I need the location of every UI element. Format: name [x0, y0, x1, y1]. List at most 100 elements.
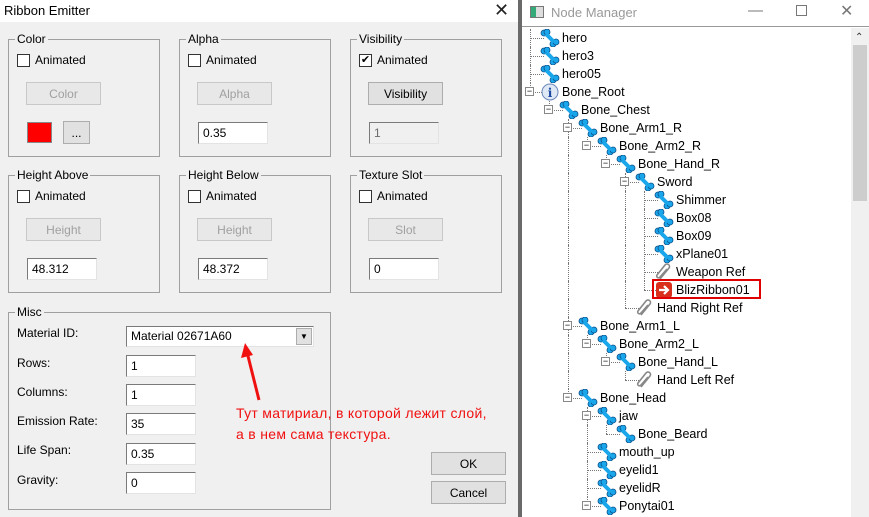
color-swatch[interactable] — [27, 122, 52, 143]
chevron-down-icon[interactable]: ▼ — [296, 328, 312, 345]
color-picker-button[interactable]: ... — [63, 121, 90, 144]
tree-line — [644, 281, 645, 290]
collapse-toggle[interactable]: − — [601, 159, 610, 168]
bone-icon — [559, 100, 579, 122]
bone-icon — [578, 316, 598, 338]
tree-node-label: Bone_Arm2_R — [619, 139, 701, 153]
bone-icon — [597, 136, 617, 158]
node-manager-title: Node Manager — [551, 5, 637, 20]
tree-node-label: Box08 — [676, 211, 712, 225]
collapse-toggle[interactable]: − — [563, 393, 572, 402]
tree-node-label: Bone_Arm1_R — [600, 121, 682, 135]
collapse-toggle[interactable]: − — [563, 321, 572, 330]
tree-line — [568, 299, 569, 317]
rows-label: Rows: — [17, 356, 51, 370]
minimize-icon[interactable]: — — [748, 2, 763, 19]
tree-node-label: Bone_Arm1_L — [600, 319, 680, 333]
node-tree[interactable]: hero hero3 hero05− i Bone_Root − Bone_Chest − Bo… — [522, 28, 851, 517]
visibility-animated-checkbox[interactable]: ✔ — [359, 54, 372, 67]
color-button: Color — [26, 82, 101, 105]
material-id-label: Material ID: — [17, 326, 79, 340]
height-above-input[interactable] — [27, 258, 97, 280]
tree-line — [625, 245, 626, 263]
rows-input[interactable] — [126, 355, 196, 377]
tree-node-label: Hand Left Ref — [657, 373, 735, 387]
collapse-toggle[interactable]: − — [544, 105, 553, 114]
alpha-input[interactable] — [198, 122, 268, 144]
tree-node-label: jaw — [619, 409, 638, 423]
color-group-label: Color — [15, 32, 48, 46]
paperclip-icon — [635, 299, 655, 320]
collapse-toggle[interactable]: − — [620, 177, 629, 186]
color-animated-checkbox[interactable] — [17, 54, 30, 67]
scroll-up-icon[interactable]: ⌃ — [855, 32, 863, 43]
tree-node-label: Box09 — [676, 229, 712, 243]
node-manager-window: Node Manager — ✕ hero hero3 hero05 − i Bone_R… — [522, 0, 869, 517]
tree-line — [568, 227, 569, 245]
collapse-toggle[interactable]: − — [601, 357, 610, 366]
tree-node-label: Bone_Head — [600, 391, 667, 405]
height-above-group: Height Above Animated Height — [8, 168, 160, 293]
bone-icon — [597, 406, 617, 428]
misc-group-label: Misc — [15, 305, 44, 319]
tree-node-label: xPlane01 — [676, 247, 729, 261]
collapse-toggle[interactable]: − — [582, 501, 591, 510]
life-span-label: Life Span: — [17, 443, 72, 457]
collapse-toggle[interactable]: − — [563, 123, 572, 132]
texture-slot-animated-checkbox[interactable] — [359, 190, 372, 203]
tree-node-label: hero — [562, 31, 588, 45]
height-above-group-label: Height Above — [15, 168, 91, 182]
columns-input[interactable] — [126, 384, 196, 406]
maximize-icon[interactable] — [796, 5, 807, 16]
info-icon: i — [540, 83, 560, 104]
dialog-title-bar: Ribbon Emitter ✕ — [0, 0, 518, 22]
alpha-animated-checkbox[interactable] — [188, 54, 201, 67]
bone-icon — [635, 172, 655, 194]
collapse-toggle[interactable]: − — [582, 339, 591, 348]
gravity-label: Gravity: — [17, 473, 59, 487]
tree-node-label: Bone_Arm2_L — [619, 337, 699, 351]
alpha-group-label: Alpha — [186, 32, 221, 46]
material-id-select[interactable]: Material 02671A60 ▼ — [126, 326, 314, 347]
emission-rate-input[interactable] — [126, 413, 196, 435]
tree-line — [568, 155, 569, 173]
node-manager-title-bar: Node Manager — ✕ — [522, 0, 869, 27]
collapse-toggle[interactable]: − — [582, 411, 591, 420]
tree-line — [568, 335, 569, 353]
close-icon[interactable]: ✕ — [494, 0, 509, 21]
tree-node-label: Bone_Hand_R — [638, 157, 721, 171]
bone-icon — [616, 154, 636, 176]
texture-slot-input[interactable] — [369, 258, 439, 280]
height-below-animated-checkbox[interactable] — [188, 190, 201, 203]
height-below-group: Height Below Animated Height — [179, 168, 331, 293]
collapse-toggle[interactable]: − — [582, 141, 591, 150]
gravity-input[interactable] — [126, 472, 196, 494]
collapse-toggle[interactable]: − — [525, 87, 534, 96]
tree-line — [568, 281, 569, 299]
color-animated-label: Animated — [35, 53, 86, 67]
life-span-input[interactable] — [126, 443, 196, 465]
bone-icon — [616, 352, 636, 374]
annotation-line-1: Тут матириал, в которой лежит слой, — [236, 405, 487, 421]
tree-node-label: Shimmer — [676, 193, 727, 207]
height-above-animated-label: Animated — [35, 189, 86, 203]
cancel-button[interactable]: Cancel — [431, 481, 506, 504]
tree-node-label: hero3 — [562, 49, 594, 63]
close-icon[interactable]: ✕ — [840, 1, 853, 21]
tree-line — [568, 371, 569, 389]
columns-label: Columns: — [17, 385, 68, 399]
tree-node-label: Bone_Hand_L — [638, 355, 718, 369]
visibility-button[interactable]: Visibility — [368, 82, 443, 105]
tree-node-label: Bone_Beard — [638, 427, 708, 441]
alpha-group: Alpha Animated Alpha — [179, 32, 331, 157]
tree-node-label: eyelidR — [619, 481, 661, 495]
height-below-input[interactable] — [198, 258, 268, 280]
alpha-button: Alpha — [197, 82, 272, 105]
height-below-button: Height — [197, 218, 272, 241]
tree-line — [625, 209, 626, 227]
height-above-animated-checkbox[interactable] — [17, 190, 30, 203]
ok-button[interactable]: OK — [431, 452, 506, 475]
tree-line — [568, 191, 569, 209]
scrollbar-thumb[interactable] — [853, 45, 867, 201]
visibility-animated-label: Animated — [377, 53, 428, 67]
